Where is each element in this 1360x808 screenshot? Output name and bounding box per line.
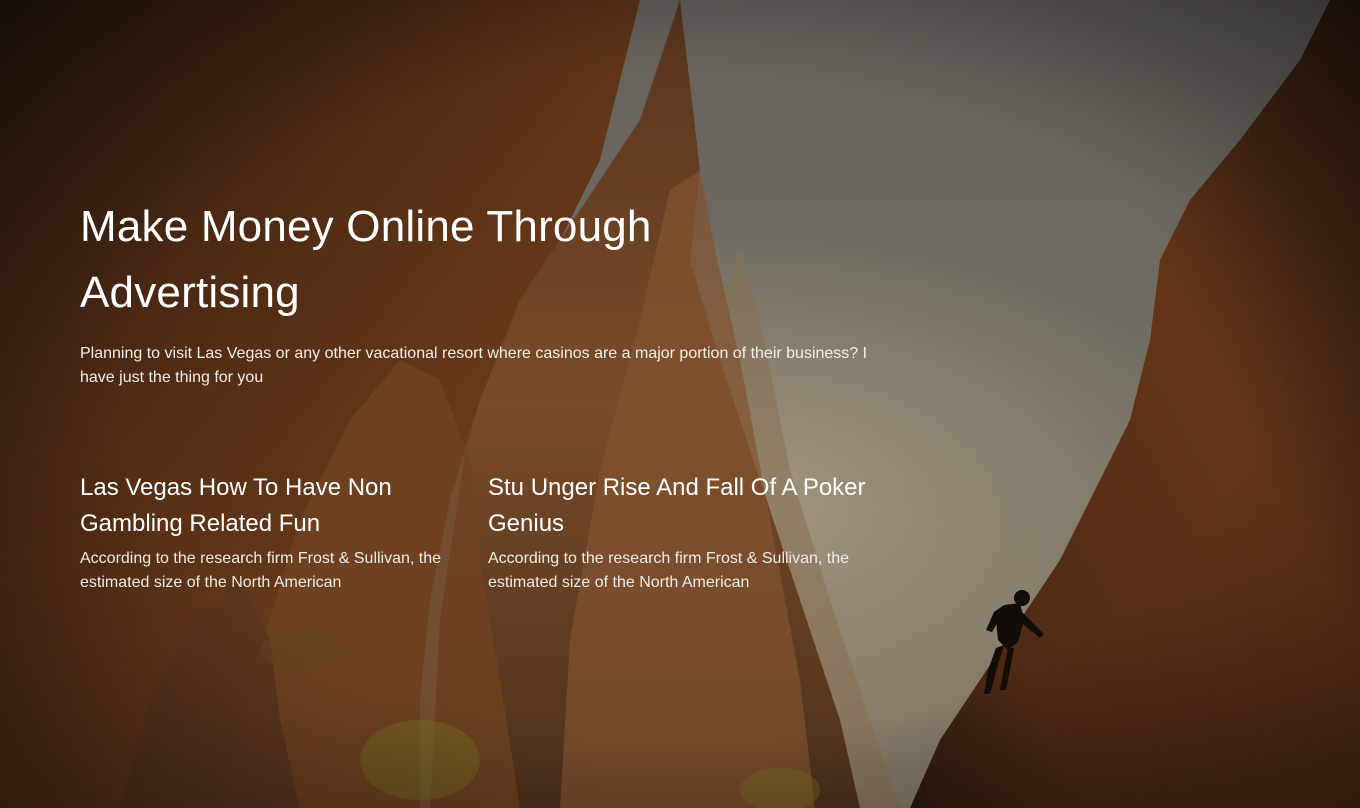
- post-title-link[interactable]: Stu Unger Rise And Fall Of A Poker Geniu…: [488, 470, 880, 542]
- post-card: Stu Unger Rise And Fall Of A Poker Geniu…: [488, 470, 880, 595]
- post-excerpt: According to the research firm Frost & S…: [80, 550, 442, 591]
- page-lead: Planning to visit Las Vegas or any other…: [80, 345, 868, 386]
- post-excerpt: According to the research firm Frost & S…: [488, 550, 850, 591]
- hero-content: Make Money Online Through Advertising Pl…: [80, 0, 880, 808]
- post-title-link[interactable]: Las Vegas How To Have Non Gambling Relat…: [80, 470, 472, 542]
- page-title: Make Money Online Through Advertising: [80, 202, 652, 317]
- post-card: Las Vegas How To Have Non Gambling Relat…: [80, 470, 472, 595]
- hero-section: Make Money Online Through Advertising Pl…: [0, 0, 1360, 808]
